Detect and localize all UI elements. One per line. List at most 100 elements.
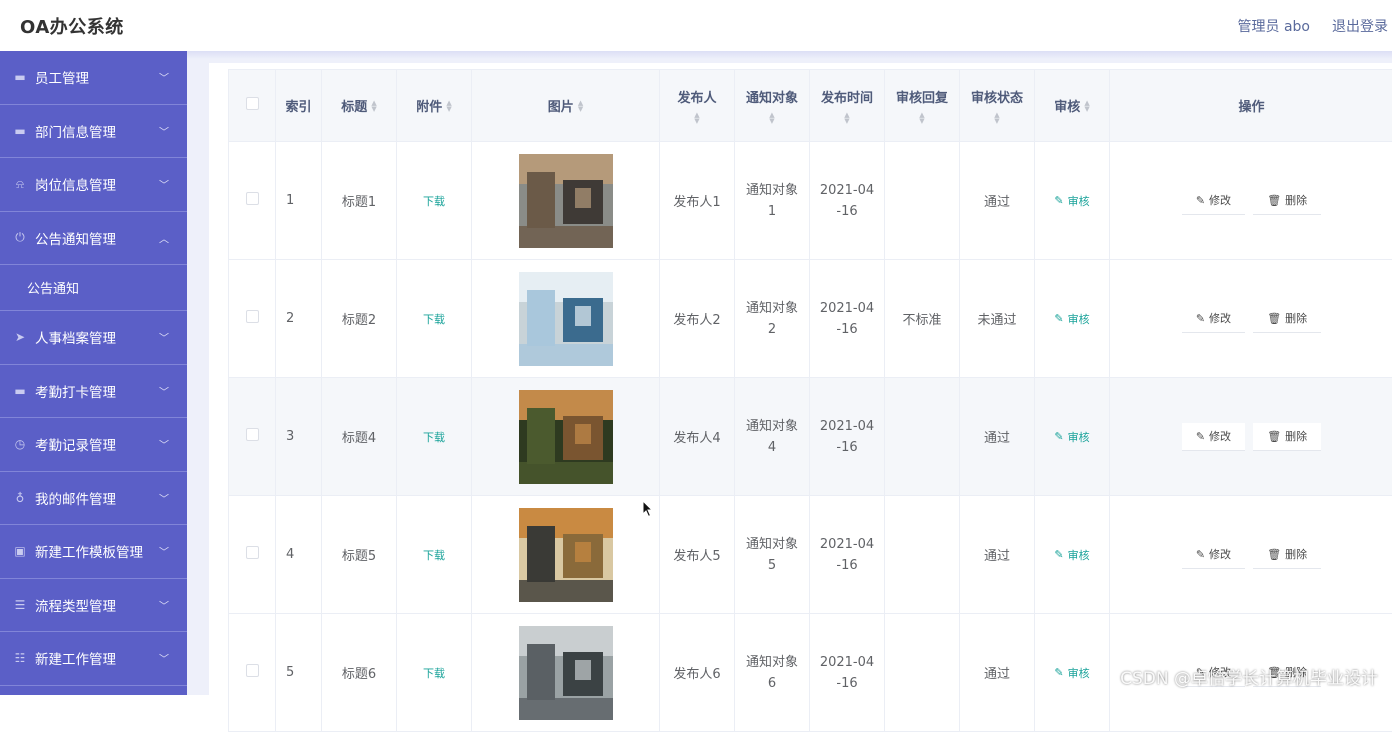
monitor-icon: ▬	[12, 383, 28, 399]
edit-pen-icon: ✎	[1054, 548, 1063, 561]
trash-icon: 🗑	[1267, 430, 1281, 443]
trash-icon: 🗑	[1267, 312, 1281, 325]
cell-target-no: 6	[735, 673, 809, 694]
col-title[interactable]: 标题	[341, 96, 367, 115]
cell-index: 1	[276, 142, 322, 260]
cell-time-day: -16	[810, 555, 884, 576]
download-link[interactable]: 下载	[423, 549, 445, 562]
audit-button[interactable]: ✎审核	[1054, 193, 1089, 209]
cell-target: 通知对象	[735, 652, 809, 673]
row-checkbox[interactable]	[246, 428, 259, 441]
current-user[interactable]: 管理员 abo	[1238, 16, 1310, 36]
edit-label: 修改	[1209, 192, 1231, 208]
delete-label: 删除	[1285, 428, 1307, 444]
col-image[interactable]: 图片	[548, 96, 574, 115]
sort-icon[interactable]: ▲▼	[694, 112, 699, 124]
audit-button[interactable]: ✎审核	[1054, 311, 1089, 327]
row-checkbox[interactable]	[246, 546, 259, 559]
audit-label: 审核	[1068, 311, 1090, 327]
sort-icon[interactable]: ▲▼	[994, 112, 999, 124]
mouse-cursor-icon	[642, 500, 654, 518]
delete-button[interactable]: 🗑删除	[1253, 541, 1321, 569]
edit-button[interactable]: ✎修改	[1182, 423, 1245, 451]
main-content: 索引 标题▲▼ 附件▲▼ 图片▲▼ 发布人▲▼ 通知对象▲▼ 发布时间▲▼ 审核…	[187, 51, 1392, 695]
chevron-down-icon: ﹀	[159, 597, 169, 612]
chevron-down-icon: ﹀	[159, 177, 169, 192]
audit-button[interactable]: ✎审核	[1054, 665, 1089, 681]
bell-icon: ⍾	[12, 176, 28, 192]
sidebar-item[interactable]: ▬员工管理﹀	[0, 51, 187, 105]
sidebar-item[interactable]: ⏻公告通知管理︿	[0, 212, 187, 266]
sort-icon[interactable]: ▲▼	[578, 100, 583, 112]
sidebar-item[interactable]: ☰流程类型管理﹀	[0, 579, 187, 633]
edit-button[interactable]: ✎修改	[1182, 541, 1245, 569]
cell-title: 标题5	[322, 496, 397, 614]
edit-button[interactable]: ✎修改	[1182, 305, 1245, 333]
audit-button[interactable]: ✎审核	[1054, 547, 1089, 563]
download-link[interactable]: 下载	[423, 667, 445, 680]
delete-button[interactable]: 🗑删除	[1253, 305, 1321, 333]
row-checkbox[interactable]	[246, 192, 259, 205]
power-icon: ⏻	[12, 230, 28, 246]
row-checkbox[interactable]	[246, 310, 259, 323]
cell-title: 标题4	[322, 378, 397, 496]
edit-label: 修改	[1209, 546, 1231, 562]
monitor-icon: ▬	[12, 69, 28, 85]
sidebar-item[interactable]: ◷考勤记录管理﹀	[0, 418, 187, 472]
chevron-down-icon: ﹀	[159, 330, 169, 345]
notice-image[interactable]	[519, 154, 613, 248]
sort-icon[interactable]: ▲▼	[446, 100, 451, 112]
sidebar-item[interactable]: ▬考勤打卡管理﹀	[0, 365, 187, 419]
audit-button[interactable]: ✎审核	[1054, 429, 1089, 445]
download-link[interactable]: 下载	[423, 195, 445, 208]
sort-icon[interactable]: ▲▼	[371, 100, 376, 112]
sidebar-item-label: 考勤记录管理	[35, 434, 116, 454]
sidebar-item[interactable]: ➤人事档案管理﹀	[0, 311, 187, 365]
logout-link[interactable]: 退出登录	[1332, 16, 1388, 36]
row-checkbox[interactable]	[246, 664, 259, 677]
notice-image[interactable]	[519, 272, 613, 366]
select-all-checkbox[interactable]	[246, 97, 259, 110]
chevron-down-icon: ﹀	[159, 383, 169, 398]
col-target[interactable]: 通知对象	[746, 87, 798, 106]
sort-icon[interactable]: ▲▼	[1084, 100, 1089, 112]
col-audit[interactable]: 审核	[1054, 96, 1080, 115]
sidebar-item[interactable]: ▬部门信息管理﹀	[0, 105, 187, 159]
sidebar-item[interactable]: ⍾岗位信息管理﹀	[0, 158, 187, 212]
cell-title: 标题1	[322, 142, 397, 260]
edit-pen-icon: ✎	[1054, 430, 1063, 443]
sort-icon[interactable]: ▲▼	[844, 112, 849, 124]
col-status[interactable]: 审核状态	[971, 87, 1023, 106]
clipboard-icon: ▣	[12, 543, 28, 559]
notice-image[interactable]	[519, 626, 613, 720]
sidebar-item-label: 新建工作管理	[35, 648, 116, 668]
header-actions: 管理员 abo 退出登录	[1238, 16, 1388, 36]
col-reply[interactable]: 审核回复	[896, 87, 948, 106]
cell-time: 2021-04	[810, 180, 884, 201]
notice-image[interactable]	[519, 390, 613, 484]
table-row: 2 标题2 下载 发布人2 通知对象2 2021-04-16 不标准 未通过 ✎…	[229, 260, 1392, 378]
notice-table: 索引 标题▲▼ 附件▲▼ 图片▲▼ 发布人▲▼ 通知对象▲▼ 发布时间▲▼ 审核…	[228, 69, 1392, 732]
download-link[interactable]: 下载	[423, 313, 445, 326]
edit-label: 修改	[1209, 310, 1231, 326]
delete-button[interactable]: 🗑 删除	[1253, 423, 1321, 451]
sort-icon[interactable]: ▲▼	[769, 112, 774, 124]
col-attachment[interactable]: 附件	[416, 96, 442, 115]
sidebar-item[interactable]: ♁我的邮件管理﹀	[0, 472, 187, 526]
cell-time: 2021-04	[810, 298, 884, 319]
download-link[interactable]: 下载	[423, 431, 445, 444]
chevron-up-icon: ︿	[159, 230, 169, 245]
delete-button[interactable]: 🗑删除	[1253, 187, 1321, 215]
notice-image[interactable]	[519, 508, 613, 602]
sidebar-subitem[interactable]: 公告通知	[0, 265, 187, 311]
sort-icon[interactable]: ▲▼	[919, 112, 924, 124]
delete-label: 删除	[1285, 192, 1307, 208]
chevron-down-icon: ﹀	[159, 490, 169, 505]
audit-label: 审核	[1068, 193, 1090, 209]
edit-button[interactable]: ✎修改	[1182, 187, 1245, 215]
cell-index: 3	[276, 378, 322, 496]
col-publisher[interactable]: 发布人	[677, 87, 716, 106]
sidebar-item[interactable]: ▣新建工作模板管理﹀	[0, 525, 187, 579]
col-time[interactable]: 发布时间	[821, 87, 873, 106]
sidebar-item[interactable]: ☷新建工作管理﹀	[0, 632, 187, 686]
